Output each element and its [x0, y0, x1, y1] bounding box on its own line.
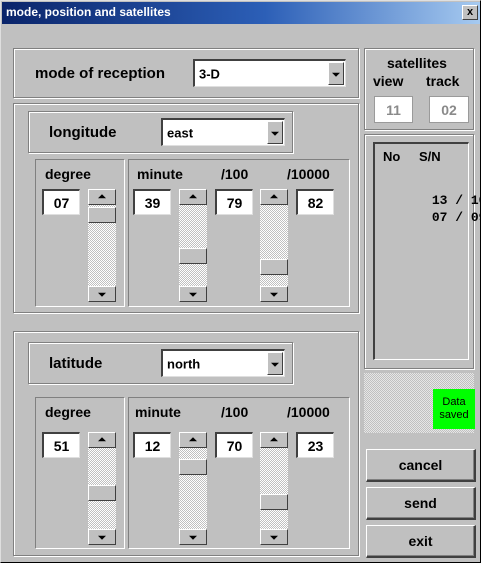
- scroll-down-button[interactable]: [88, 529, 116, 545]
- close-button[interactable]: x: [462, 5, 478, 20]
- title-bar[interactable]: mode, position and satellites x: [2, 2, 480, 24]
- chevron-down-icon: [332, 72, 340, 77]
- longitude-direction-value: east: [167, 125, 194, 140]
- longitude-degree-field[interactable]: 07: [42, 189, 80, 215]
- scroll-thumb[interactable]: [260, 494, 288, 510]
- latitude-tenthousandths-field[interactable]: 23: [296, 432, 334, 458]
- scroll-up-button[interactable]: [260, 189, 288, 205]
- longitude-hundredths-field[interactable]: 79: [215, 189, 253, 215]
- latitude-minute-field[interactable]: 12: [133, 432, 171, 458]
- longitude-tenthousandths-field[interactable]: 82: [296, 189, 334, 215]
- chevron-down-icon: [271, 131, 279, 136]
- arrow-up-icon: [189, 437, 197, 442]
- dialog-window: mode, position and satellites x mode of …: [0, 0, 481, 563]
- scroll-down-button[interactable]: [88, 286, 116, 302]
- latitude-tenthousandths-label: /10000: [287, 404, 330, 420]
- arrow-up-icon: [189, 194, 197, 199]
- scroll-down-button[interactable]: [179, 286, 207, 302]
- arrow-up-icon: [98, 194, 106, 199]
- latitude-degree-field[interactable]: 51: [42, 432, 80, 458]
- latitude-label: latitude: [49, 355, 103, 372]
- satellites-track-field: 02: [429, 96, 469, 123]
- scroll-down-button[interactable]: [260, 529, 288, 545]
- scroll-thumb[interactable]: [179, 248, 207, 264]
- latitude-hundredths-label: /100: [221, 404, 249, 420]
- close-icon: x: [466, 6, 474, 18]
- arrow-down-icon: [270, 292, 278, 297]
- arrow-up-icon: [270, 194, 278, 199]
- longitude-direction-select[interactable]: east: [161, 118, 285, 146]
- reception-label: mode of reception: [35, 65, 166, 82]
- reception-value: 3-D: [199, 66, 220, 81]
- scroll-thumb[interactable]: [179, 459, 207, 475]
- scroll-up-button[interactable]: [260, 432, 288, 448]
- chevron-down-icon: [271, 362, 279, 367]
- longitude-dropdown-button[interactable]: [267, 121, 283, 144]
- arrow-down-icon: [189, 292, 197, 297]
- latitude-dropdown-button[interactable]: [267, 352, 283, 375]
- longitude-hundredths-label: /100: [221, 166, 249, 182]
- scroll-up-button[interactable]: [179, 189, 207, 205]
- longitude-degree-label: degree: [45, 166, 91, 182]
- scroll-up-button[interactable]: [88, 432, 116, 448]
- cancel-button[interactable]: cancel: [366, 449, 476, 482]
- scroll-up-button[interactable]: [88, 189, 116, 205]
- latitude-minute-scrollbar[interactable]: [179, 432, 207, 545]
- latitude-hundredths-scrollbar[interactable]: [260, 432, 288, 545]
- scroll-thumb[interactable]: [260, 259, 288, 275]
- data-saved-badge: Data saved: [433, 389, 475, 429]
- longitude-degree-scrollbar[interactable]: [88, 189, 116, 302]
- view-label: view: [373, 73, 404, 89]
- arrow-up-icon: [98, 437, 106, 442]
- arrow-down-icon: [98, 535, 106, 540]
- longitude-minute-field[interactable]: 39: [133, 189, 171, 215]
- latitude-direction-select[interactable]: north: [161, 349, 285, 377]
- scroll-thumb[interactable]: [88, 485, 116, 501]
- track-label: track: [426, 73, 460, 89]
- list-header-sn: S/N: [419, 149, 441, 164]
- longitude-tenthousandths-label: /10000: [287, 166, 330, 182]
- reception-select[interactable]: 3-D: [193, 59, 346, 87]
- list-item[interactable]: 07 / 093: [385, 195, 481, 240]
- arrow-down-icon: [189, 535, 197, 540]
- latitude-hundredths-field[interactable]: 70: [215, 432, 253, 458]
- send-button[interactable]: send: [366, 487, 476, 520]
- satellite-list[interactable]: No S/N 13 / 105 07 / 093: [373, 142, 481, 360]
- longitude-minute-scrollbar[interactable]: [179, 189, 207, 302]
- window-title: mode, position and satellites: [6, 5, 171, 19]
- arrow-down-icon: [98, 292, 106, 297]
- latitude-degree-scrollbar[interactable]: [88, 432, 116, 545]
- scroll-up-button[interactable]: [179, 432, 207, 448]
- scroll-down-button[interactable]: [260, 286, 288, 302]
- scroll-down-button[interactable]: [179, 529, 207, 545]
- latitude-direction-value: north: [167, 356, 201, 371]
- longitude-label: longitude: [49, 124, 117, 141]
- latitude-minute-label: minute: [135, 404, 181, 420]
- satellites-view-field: 11: [374, 96, 413, 123]
- reception-dropdown-button[interactable]: [328, 62, 344, 85]
- satellites-heading: satellites: [387, 55, 447, 71]
- arrow-up-icon: [270, 437, 278, 442]
- latitude-degree-label: degree: [45, 404, 91, 420]
- scroll-thumb[interactable]: [88, 207, 116, 223]
- list-header-no: No: [383, 149, 401, 164]
- arrow-down-icon: [270, 535, 278, 540]
- exit-button[interactable]: exit: [366, 525, 476, 558]
- longitude-minute-label: minute: [137, 166, 183, 182]
- longitude-hundredths-scrollbar[interactable]: [260, 189, 288, 302]
